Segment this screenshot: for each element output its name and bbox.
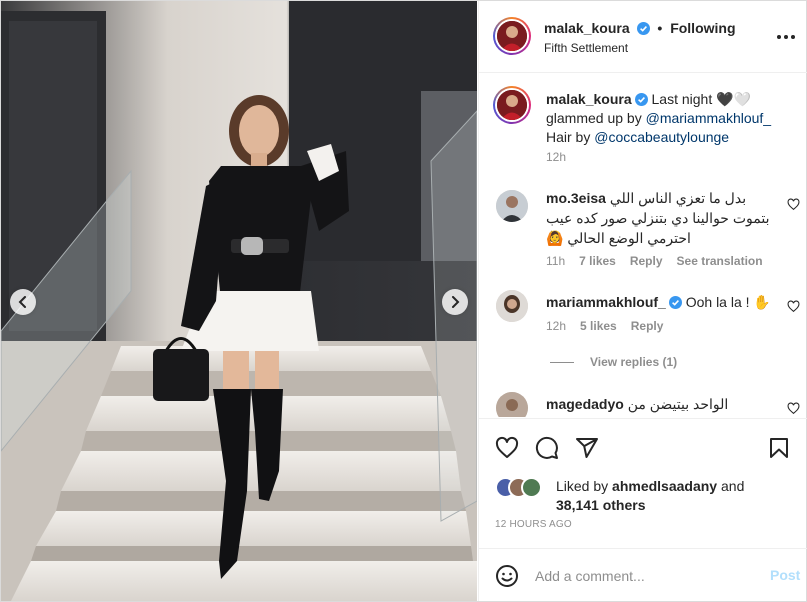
- verified-icon: [668, 296, 682, 309]
- liker-avatars: [495, 477, 551, 499]
- commenter-username[interactable]: magedadyo: [546, 396, 624, 412]
- likes-text: Liked by ahmedlsaadany and 38,141 others: [556, 477, 786, 515]
- comment-meta: 12h 5 likes Reply: [546, 319, 677, 333]
- comment-body: magedadyo الواحد بيتيضن من: [546, 394, 776, 414]
- caption-mention-link[interactable]: @coccabeautylounge: [594, 129, 729, 145]
- commenter-avatar[interactable]: [496, 392, 528, 417]
- more-options-button[interactable]: [777, 29, 795, 45]
- post-photo[interactable]: [1, 1, 477, 601]
- comment-body: mo.3eisa بدل ما تعزي الناس اللي بتموت حو…: [546, 188, 776, 248]
- heart-icon[interactable]: [787, 402, 800, 415]
- commenter-avatar[interactable]: [496, 290, 528, 322]
- likes-conjunction: and: [721, 478, 745, 494]
- comment-time[interactable]: 11h: [546, 254, 565, 268]
- likes-count-link[interactable]: 38,141 others: [556, 497, 646, 513]
- more-icon: [777, 35, 781, 39]
- comment-meta: 11h 7 likes Reply See translation: [546, 254, 777, 268]
- following-button[interactable]: Following: [670, 20, 735, 36]
- commenter-username[interactable]: mo.3eisa: [546, 190, 606, 206]
- commenter-username[interactable]: mariammakhlouf_: [546, 294, 666, 310]
- separator-dot: •: [657, 20, 663, 36]
- comment-text: Ooh la la ! ✋: [685, 294, 771, 310]
- author-avatar[interactable]: [493, 17, 531, 55]
- heart-icon[interactable]: [495, 436, 519, 460]
- comment-likes[interactable]: 5 likes: [580, 319, 617, 333]
- caption-avatar[interactable]: [493, 86, 531, 124]
- view-replies-label: View replies (1): [590, 355, 678, 369]
- post-location[interactable]: Fifth Settlement: [544, 41, 628, 55]
- next-photo-button[interactable]: [442, 289, 468, 315]
- previous-photo-button[interactable]: [10, 289, 36, 315]
- liker-username[interactable]: ahmedlsaadany: [612, 478, 717, 494]
- author-username[interactable]: malak_koura: [544, 20, 630, 36]
- post-actions: Liked by ahmedlsaadany and 38,141 others…: [479, 418, 807, 548]
- verified-icon: [636, 22, 650, 35]
- heart-icon[interactable]: [787, 198, 800, 211]
- add-comment-bar: Post: [479, 548, 807, 601]
- comment-body: mariammakhlouf_ Ooh la la ! ✋: [546, 292, 776, 312]
- commenter-avatar[interactable]: [496, 190, 528, 222]
- replies-divider: [550, 362, 574, 364]
- chevron-right-icon: [452, 296, 460, 308]
- post-timestamp[interactable]: 12 HOURS AGO: [495, 519, 572, 530]
- liker-avatar: [521, 477, 542, 498]
- comment-input[interactable]: [535, 565, 755, 587]
- share-icon[interactable]: [575, 436, 599, 460]
- reply-button[interactable]: Reply: [630, 254, 663, 268]
- caption-text: malak_koura Last night 🖤🤍 glammed up by …: [546, 90, 796, 147]
- photo-image: [1, 1, 477, 601]
- author-name-row: malak_koura • Following: [544, 20, 736, 36]
- caption-username[interactable]: malak_koura: [546, 91, 632, 107]
- post-comment-button[interactable]: Post: [770, 567, 800, 583]
- likes-prefix: Liked by: [556, 478, 609, 494]
- verified-icon: [634, 93, 648, 106]
- reply-button[interactable]: Reply: [631, 319, 664, 333]
- post-details-panel: malak_koura • Following Fifth Settlement…: [478, 1, 807, 601]
- post-header: malak_koura • Following Fifth Settlement: [479, 1, 807, 73]
- view-replies-button[interactable]: View replies (1): [550, 355, 677, 369]
- comment-time[interactable]: 12h: [546, 319, 566, 333]
- comments-list[interactable]: malak_koura Last night 🖤🤍 glammed up by …: [479, 74, 807, 417]
- bookmark-icon[interactable]: [767, 436, 791, 460]
- comment-likes[interactable]: 7 likes: [579, 254, 616, 268]
- caption-timestamp[interactable]: 12h: [546, 150, 566, 164]
- chevron-left-icon: [18, 296, 26, 308]
- emoji-icon[interactable]: [495, 564, 519, 588]
- caption-mention-link[interactable]: @mariammakhlouf_: [646, 110, 771, 126]
- heart-icon[interactable]: [787, 300, 800, 313]
- caption-body-2: Hair by: [546, 129, 595, 145]
- see-translation-button[interactable]: See translation: [677, 254, 763, 268]
- comment-icon[interactable]: [535, 436, 559, 460]
- comment-text: الواحد بيتيضن من: [627, 396, 729, 412]
